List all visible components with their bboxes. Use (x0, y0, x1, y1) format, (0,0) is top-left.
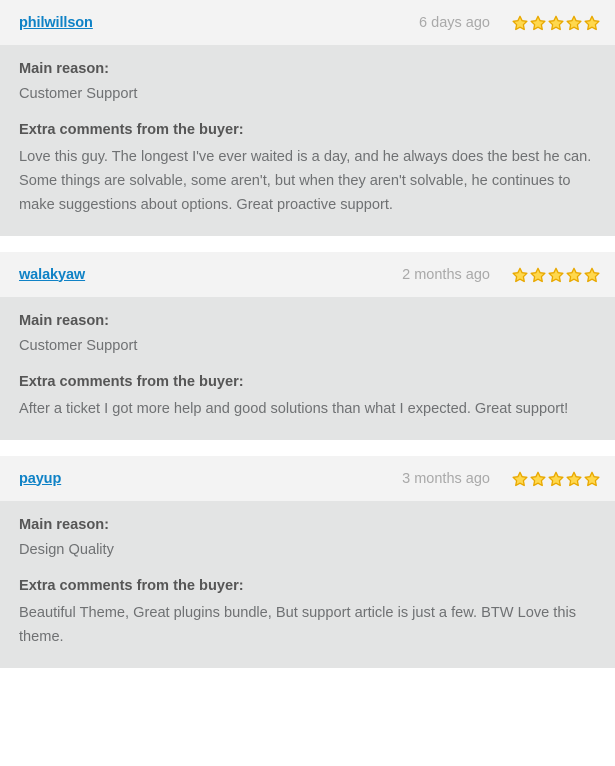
star-icon (512, 15, 528, 31)
rating-stars (512, 471, 600, 487)
review-comment-text: Beautiful Theme, Great plugins bundle, B… (19, 601, 596, 649)
star-icon (530, 15, 546, 31)
review-date: 6 days ago (419, 15, 490, 31)
star-icon (566, 471, 582, 487)
extra-comments-block: Extra comments from the buyer: After a t… (19, 374, 596, 421)
star-icon (566, 267, 582, 283)
star-icon (548, 471, 564, 487)
star-icon (566, 15, 582, 31)
star-icon (548, 267, 564, 283)
review-header: walakyaw 2 months ago (0, 252, 615, 297)
extra-comments-block: Extra comments from the buyer: Beautiful… (19, 578, 596, 649)
reviews-list: philwillson 6 days ago Main reason: Cust… (0, 0, 615, 668)
main-reason-label: Main reason: (19, 313, 596, 330)
main-reason-block: Main reason: Customer Support (19, 313, 596, 356)
star-icon (512, 267, 528, 283)
main-reason-label: Main reason: (19, 517, 596, 534)
star-icon (584, 267, 600, 283)
rating-stars (512, 15, 600, 31)
review-header: philwillson 6 days ago (0, 0, 615, 45)
review-date: 3 months ago (402, 471, 490, 487)
review-body: Main reason: Customer Support Extra comm… (0, 297, 615, 440)
review-body: Main reason: Customer Support Extra comm… (0, 45, 615, 236)
review-comment-text: After a ticket I got more help and good … (19, 397, 596, 421)
star-icon (548, 15, 564, 31)
extra-comments-block: Extra comments from the buyer: Love this… (19, 122, 596, 217)
star-icon (584, 471, 600, 487)
extra-comments-label: Extra comments from the buyer: (19, 374, 596, 391)
main-reason-label: Main reason: (19, 61, 596, 78)
review-date: 2 months ago (402, 267, 490, 283)
main-reason-value: Customer Support (19, 84, 596, 104)
extra-comments-label: Extra comments from the buyer: (19, 122, 596, 139)
review-header: payup 3 months ago (0, 456, 615, 501)
review-item: walakyaw 2 months ago Main reason: Custo… (0, 236, 615, 440)
star-icon (530, 267, 546, 283)
star-icon (512, 471, 528, 487)
review-author-link[interactable]: walakyaw (19, 267, 85, 283)
main-reason-block: Main reason: Customer Support (19, 61, 596, 104)
review-author-link[interactable]: payup (19, 471, 61, 487)
extra-comments-label: Extra comments from the buyer: (19, 578, 596, 595)
star-icon (530, 471, 546, 487)
review-author-link[interactable]: philwillson (19, 15, 93, 31)
main-reason-block: Main reason: Design Quality (19, 517, 596, 560)
review-body: Main reason: Design Quality Extra commen… (0, 501, 615, 668)
review-item: philwillson 6 days ago Main reason: Cust… (0, 0, 615, 236)
star-icon (584, 15, 600, 31)
review-comment-text: Love this guy. The longest I've ever wai… (19, 145, 596, 217)
main-reason-value: Customer Support (19, 336, 596, 356)
review-item: payup 3 months ago Main reason: Design Q… (0, 440, 615, 668)
rating-stars (512, 267, 600, 283)
main-reason-value: Design Quality (19, 540, 596, 560)
